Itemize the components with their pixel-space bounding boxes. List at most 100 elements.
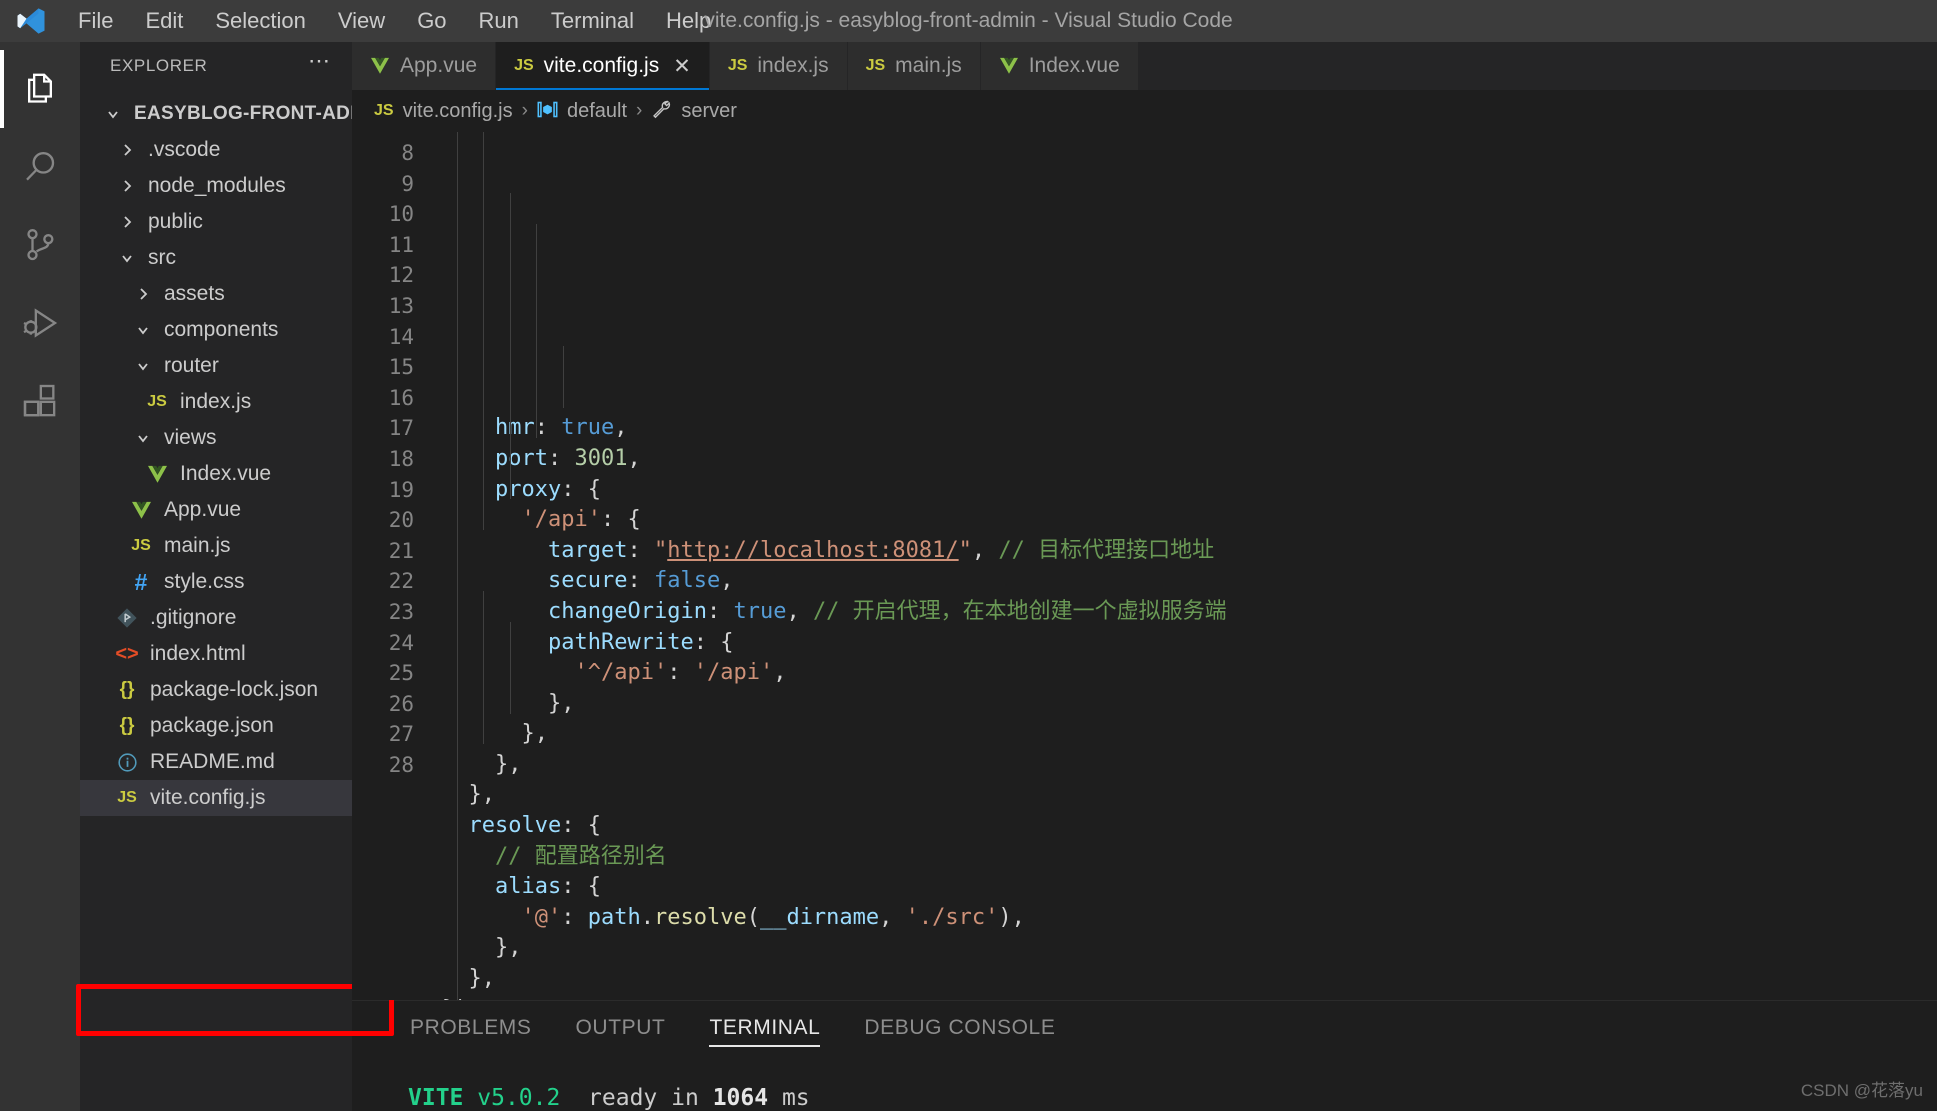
tab-index-vue[interactable]: Index.vue [980, 42, 1139, 90]
sidebar-title: EXPLORER [110, 56, 208, 75]
tab-problems[interactable]: PROBLEMS [388, 1001, 554, 1055]
tab-debug-console[interactable]: DEBUG CONSOLE [842, 1001, 1077, 1055]
code-line: hmr: true, [495, 415, 628, 441]
tree-item-views[interactable]: views [80, 420, 352, 456]
js-file-icon: JS [147, 393, 167, 410]
vue-icon [999, 57, 1019, 75]
tree-item-node-modules[interactable]: node_modules [80, 168, 352, 204]
vue-file-icon [126, 501, 156, 520]
search-icon[interactable] [0, 128, 80, 206]
tab-label: Index.vue [1028, 54, 1120, 77]
tree-item-style-css[interactable]: # style.css [80, 564, 352, 600]
tree-item-label: public [148, 210, 203, 233]
tab-label: App.vue [400, 54, 478, 77]
tree-item-readme-md[interactable]: README.md [80, 744, 352, 780]
line-number: 13 [388, 293, 414, 318]
explorer-icon[interactable] [0, 50, 80, 128]
tree-item-package-json[interactable]: {} package.json [80, 708, 352, 744]
chevron-right-icon[interactable] [130, 286, 156, 302]
line-number: 26 [388, 691, 414, 716]
js-file-icon: JS [131, 537, 151, 554]
code-line: port: 3001, [495, 445, 641, 471]
close-icon[interactable]: ✕ [673, 54, 691, 79]
extensions-icon[interactable] [0, 362, 80, 440]
chevron-right-icon[interactable] [114, 142, 140, 158]
breadcrumb-file[interactable]: vite.config.js [403, 100, 513, 123]
tab-app-vue[interactable]: App.vue [352, 42, 497, 90]
tree-item-root[interactable]: EASYBLOG-FRONT-ADMIN [80, 96, 352, 132]
terminal-output[interactable]: VITE v5.0.2 ready in 1064 ms [352, 1055, 1937, 1111]
chevron-down-icon[interactable] [130, 430, 156, 446]
menu-bar: File Edit Selection View Go Run Terminal… [62, 4, 727, 38]
code-line: }, [495, 935, 522, 961]
source-control-icon[interactable] [0, 206, 80, 284]
json-file-icon: {} [119, 679, 135, 700]
terminal-vite-label: VITE [408, 1085, 464, 1111]
editor-area: App.vue JS vite.config.js ✕ JS index.js … [352, 42, 1937, 1111]
markdown-file-icon [112, 752, 142, 773]
code-line: pathRewrite: { [548, 629, 734, 655]
tree-item-src[interactable]: src [80, 240, 352, 276]
menu-item-run[interactable]: Run [463, 4, 535, 38]
tab-index-js[interactable]: JS index.js [709, 42, 848, 90]
tab-terminal[interactable]: TERMINAL [687, 1001, 842, 1055]
chevron-down-icon[interactable] [100, 106, 126, 122]
git-file-icon [112, 607, 142, 629]
breadcrumb-member[interactable]: server [681, 100, 737, 123]
bottom-panel: PROBLEMS OUTPUT TERMINAL DEBUG CONSOLE V… [352, 1000, 1937, 1111]
tab-main-js[interactable]: JS main.js [847, 42, 981, 90]
menu-item-terminal[interactable]: Terminal [535, 4, 650, 38]
tree-item-label: index.html [150, 642, 246, 665]
tree-item-router[interactable]: router [80, 348, 352, 384]
tab-vite-config-js[interactable]: JS vite.config.js ✕ [496, 42, 710, 90]
chevron-right-icon[interactable] [114, 178, 140, 194]
code-line: '@': path.resolve(__dirname, './src'), [521, 904, 1025, 930]
menu-item-edit[interactable]: Edit [129, 4, 199, 38]
code-line: changeOrigin: true, // 开启代理，在本地创建一个虚拟服务端 [548, 598, 1227, 624]
run-and-debug-icon[interactable] [0, 284, 80, 362]
tree-item-vite-config-js[interactable]: JS vite.config.js [80, 780, 352, 816]
tree-item-router-index-js[interactable]: JS index.js [80, 384, 352, 420]
line-number: 20 [388, 508, 414, 533]
menu-item-go[interactable]: Go [401, 4, 462, 38]
tree-item-assets[interactable]: assets [80, 276, 352, 312]
tree-item-main-js[interactable]: JS main.js [80, 528, 352, 564]
tree-item-label: package-lock.json [150, 678, 319, 701]
tree-item-components[interactable]: components [80, 312, 352, 348]
line-number: 22 [388, 569, 414, 594]
tree-item-label: components [164, 318, 279, 341]
tree-item-gitignore[interactable]: .gitignore [80, 600, 352, 636]
highlight-annotation-box [76, 984, 394, 1036]
line-number: 21 [388, 538, 414, 563]
tree-item-public[interactable]: public [80, 204, 352, 240]
menu-item-view[interactable]: View [322, 4, 401, 38]
tab-label: index.js [757, 54, 829, 77]
tab-output[interactable]: OUTPUT [554, 1001, 688, 1055]
tree-item-index-html[interactable]: <> index.html [80, 636, 352, 672]
tree-item-package-lock-json[interactable]: {} package-lock.json [80, 672, 352, 708]
menu-item-selection[interactable]: Selection [199, 4, 322, 38]
menu-item-help[interactable]: Help [650, 4, 727, 38]
wrench-icon [651, 99, 672, 123]
code-line: }, [468, 966, 496, 992]
code-line: }, [468, 782, 496, 808]
tree-item-label: .vscode [148, 138, 221, 161]
css-file-icon: # [134, 568, 148, 595]
breadcrumb-separator: › [521, 100, 528, 121]
code-line: alias: { [495, 874, 601, 900]
tree-item-app-vue[interactable]: App.vue [80, 492, 352, 528]
more-actions-icon[interactable]: ⋯ [302, 50, 336, 76]
code-line: '^/api': '/api', [574, 660, 787, 686]
chevron-down-icon[interactable] [130, 358, 156, 374]
breadcrumb-symbol[interactable]: default [567, 100, 627, 123]
tree-item-index-vue[interactable]: Index.vue [80, 456, 352, 492]
chevron-down-icon[interactable] [130, 322, 156, 338]
chevron-down-icon[interactable] [114, 250, 140, 266]
tree-item-vscode[interactable]: .vscode [80, 132, 352, 168]
vue-file-icon [142, 465, 172, 484]
menu-item-file[interactable]: File [62, 4, 129, 38]
code-editor[interactable]: 8 9 10 11 12 13 14 15 16 17 18 19 20 21 … [352, 132, 1937, 1000]
code-content[interactable]: hmr: true, port: 3001, proxy: { '/api': … [430, 132, 1937, 1000]
line-number: 18 [388, 446, 414, 471]
chevron-right-icon[interactable] [114, 214, 140, 230]
